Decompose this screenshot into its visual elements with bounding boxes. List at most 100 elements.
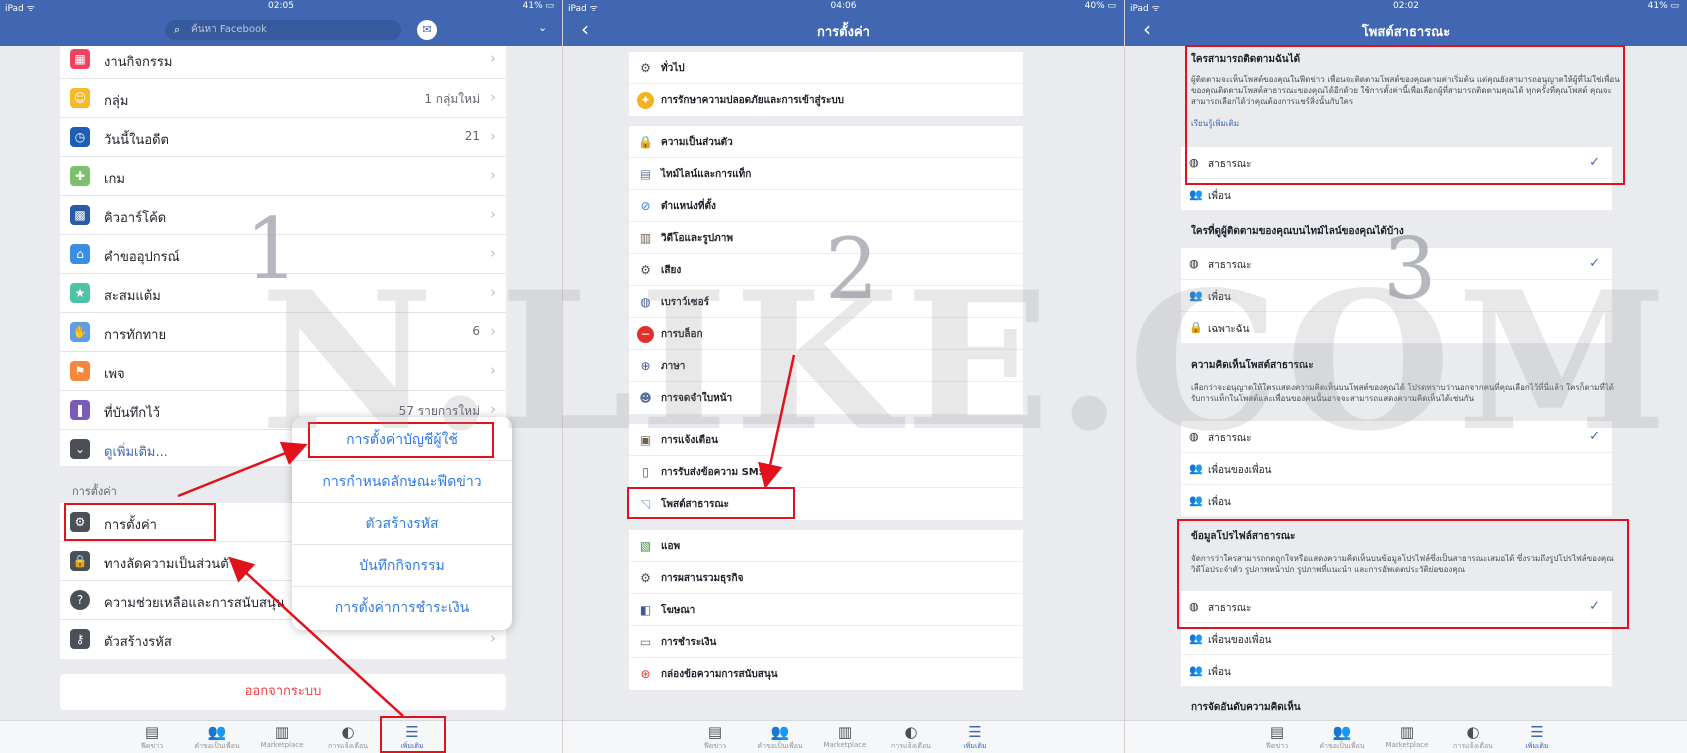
globe-icon: ◍ [1189, 257, 1199, 270]
tab-friend-requests[interactable]: 👥 คำขอเป็นเพื่อน [750, 723, 810, 752]
option-friends[interactable]: 👥 เพื่อน [1181, 655, 1612, 687]
friends-icon: 👥 [1189, 188, 1203, 201]
tab-label: Marketplace [1385, 741, 1429, 749]
menu-item-pages[interactable]: ⚑ เพจ › [60, 352, 506, 391]
tab-marketplace[interactable]: ▥ Marketplace [815, 723, 875, 749]
settings-row-payments[interactable]: ▭ การชำระเงิน [629, 626, 1023, 658]
checkmark-icon: ✓ [1589, 429, 1600, 444]
lock-icon: 🔒 [1189, 321, 1203, 334]
menu-item-pokes[interactable]: ✋ การทักทาย 6 › [60, 313, 506, 352]
business-gear-icon: ⚙ [640, 571, 651, 585]
menu-icon: ☰ [1530, 723, 1544, 741]
settings-row-notifications[interactable]: ▣ การแจ้งเตือน [629, 424, 1023, 456]
tab-label: ฟีดข่าว [703, 742, 727, 750]
learn-more-link[interactable]: เรียนรู้เพิ่มเติม [1191, 117, 1239, 130]
section-title: ใครที่ดูผู้ติดตามของคุณบนไทม์ไลน์ของคุณไ… [1191, 226, 1404, 237]
shield-icon: ✦ [637, 92, 654, 109]
chevron-right-icon: › [490, 205, 496, 223]
settings-row-privacy[interactable]: 🔒 ความเป็นส่วนตัว [629, 126, 1023, 158]
gear-icon: ⚙ [70, 512, 90, 532]
menu-item-events[interactable]: ▦ งานกิจกรรม › [60, 40, 506, 79]
tab-friend-requests[interactable]: 👥 คำขอเป็นเพื่อน [1312, 723, 1372, 752]
tab-news-feed[interactable]: ▤ ฟีดข่าว [685, 723, 745, 752]
settings-row-apps[interactable]: ▧ แอพ [629, 530, 1023, 562]
menu-item-games[interactable]: ✚ เกม › [60, 157, 506, 196]
settings-row-label: กล่องข้อความการสนับสนุน [661, 669, 778, 680]
checkmark-icon: ✓ [1589, 155, 1600, 170]
search-input[interactable]: ⌕ ค้นหา Facebook [165, 20, 401, 40]
settings-row-timeline-tagging[interactable]: ▤ ไทม์ไลน์และการแท็ก [629, 158, 1023, 190]
tab-marketplace[interactable]: ▥ Marketplace [252, 723, 312, 749]
checkmark-icon: ✓ [1589, 256, 1600, 271]
option-friends[interactable]: 👥 เพื่อน [1181, 179, 1612, 211]
globe-icon: ◐ [1466, 723, 1480, 741]
settings-row-sms[interactable]: ▯ การรับส่งข้อความ SMS [629, 456, 1023, 488]
settings-row-label: การชำระเงิน [661, 637, 717, 648]
timeline-icon: ▤ [639, 167, 652, 181]
tab-news-feed[interactable]: ▤ ฟีดข่าว [1247, 723, 1307, 752]
see-more-link[interactable]: ดูเพิ่มเติม... [104, 441, 168, 462]
settings-group-general: ⚙ ทั่วไป ✦ การรักษาความปลอดภัยและการเข้าสู… [629, 52, 1023, 116]
popup-item-activity-log[interactable]: บันทึกกิจกรรม [292, 545, 512, 587]
option-public[interactable]: ◍ สาธารณะ ✓ [1181, 147, 1612, 179]
tab-notifications[interactable]: ◐ การแจ้งเตือน [1443, 723, 1503, 752]
menu-item-label: งานกิจกรรม [104, 55, 173, 70]
option-friends-of-friends[interactable]: 👥 เพื่อนของเพื่อน [1181, 453, 1612, 485]
option-friends[interactable]: 👥 เพื่อน [1181, 485, 1612, 517]
settings-row-business-integrations[interactable]: ⚙ การผสานรวมธุรกิจ [629, 562, 1023, 594]
option-public[interactable]: ◍ สาธารณะ ✓ [1181, 421, 1612, 453]
tab-notifications[interactable]: ◐ การแจ้งเตือน [881, 723, 941, 752]
popup-item-payment-settings[interactable]: การตั้งค่าการชำระเงิน [292, 587, 512, 629]
tab-more[interactable]: ☰ เพิ่มเติม [382, 723, 442, 752]
settings-row-general[interactable]: ⚙ ทั่วไป [629, 52, 1023, 84]
tab-notifications[interactable]: ◐ การแจ้งเตือน [318, 723, 378, 752]
settings-item-label: ตัวสร้างรหัส [104, 635, 172, 650]
option-public[interactable]: ◍ สาธารณะ ✓ [1181, 591, 1612, 623]
messenger-icon[interactable]: ✉ [417, 20, 437, 40]
popup-item-news-feed-preferences[interactable]: การกำหนดลักษณะฟีดข่าว [292, 461, 512, 503]
option-friends-of-friends[interactable]: 👥 เพื่อนของเพื่อน [1181, 623, 1612, 655]
popup-item-account-settings[interactable]: การตั้งค่าบัญชีผู้ใช้ [292, 419, 512, 461]
globe-icon: ◍ [1189, 156, 1199, 169]
menu-item-groups[interactable]: ☺ กลุ่ม 1 กลุ่มใหม่ › [60, 79, 506, 118]
tab-marketplace[interactable]: ▥ Marketplace [1377, 723, 1437, 749]
menu-item-count: 1 กลุ่มใหม่ [424, 92, 480, 106]
ads-icon: ◧ [639, 603, 652, 617]
phone-icon: ▯ [642, 465, 649, 479]
menu-item-memories[interactable]: ◷ วันนี้ในอดีต 21 › [60, 118, 506, 157]
cube-icon: ▧ [639, 539, 652, 553]
chevron-right-icon: › [490, 361, 496, 379]
settings-row-label: ตำแหน่งที่ตั้ง [661, 201, 716, 212]
settings-row-label: ภาษา [661, 361, 686, 372]
settings-row-location[interactable]: ⊘ ตำแหน่งที่ตั้ง [629, 190, 1023, 222]
globe-icon: ◍ [1189, 600, 1199, 613]
tab-news-feed[interactable]: ▤ ฟีดข่าว [122, 723, 182, 752]
panel-menu: iPad ᯤ 02:05 41% ▭ ⌕ ค้นหา Facebook ✉ ⌄ … [0, 0, 562, 753]
popup-item-code-generator[interactable]: ตัวสร้างรหัส [292, 503, 512, 545]
tab-label: ฟีดข่าว [140, 742, 164, 750]
globe-icon: ◍ [1189, 430, 1199, 443]
section-description: จัดการว่าใครสามารถกดถูกใจหรือแสดงความคิด… [1191, 554, 1614, 574]
chevron-right-icon: › [490, 322, 496, 340]
settings-row-security-login[interactable]: ✦ การรักษาความปลอดภัยและการเข้าสู่ระบบ [629, 84, 1023, 116]
settings-section-label: การตั้งค่า [72, 485, 117, 498]
settings-row-face-recognition[interactable]: ☻ การจดจำใบหน้า [629, 382, 1023, 414]
tab-friend-requests[interactable]: 👥 คำขอเป็นเพื่อน [187, 723, 247, 752]
settings-row-ads[interactable]: ◧ โฆษณา [629, 594, 1023, 626]
chevron-down-icon[interactable]: ⌄ [538, 21, 547, 34]
settings-row-language[interactable]: ⊕ ภาษา [629, 350, 1023, 382]
chevron-right-icon: › [490, 166, 496, 184]
tab-more[interactable]: ☰ เพิ่มเติม [945, 723, 1005, 752]
settings-row-support-inbox[interactable]: ⊛ กล่องข้อความการสนับสนุน [629, 658, 1023, 690]
step-number: 1 [245, 200, 299, 298]
settings-row-blocking[interactable]: − การบล็อก [629, 318, 1023, 350]
tab-more[interactable]: ☰ เพิ่มเติม [1507, 723, 1567, 752]
clock: 04:06 [830, 1, 857, 11]
key-icon: ⚷ [70, 629, 90, 649]
gears-icon: ⚙ [640, 61, 651, 75]
settings-row-public-posts[interactable]: ◹ โพสต์สาธารณะ [629, 488, 1023, 520]
battery: 41% ▭ [1647, 1, 1679, 11]
friends-icon: 👥 [1189, 289, 1203, 302]
logout-button[interactable]: ออกจากระบบ [60, 674, 506, 710]
settings-item-label: ทางลัดความเป็นส่วนตัว [104, 557, 236, 572]
